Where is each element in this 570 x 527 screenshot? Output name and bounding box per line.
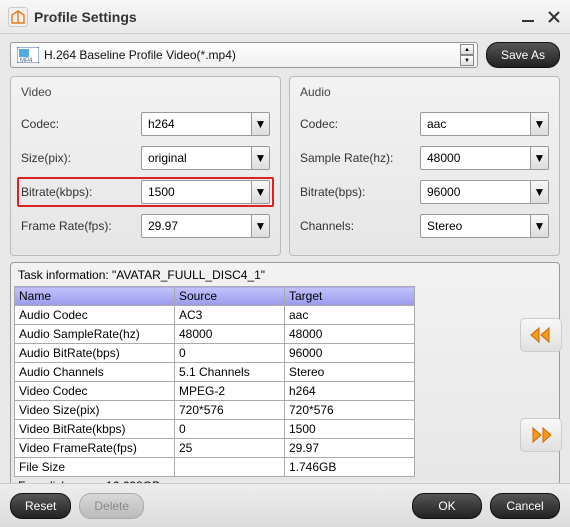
col-name: Name <box>15 287 175 306</box>
audio-bitrate-value: 96000 <box>427 185 460 199</box>
table-cell: Video FrameRate(fps) <box>15 439 175 458</box>
table-cell: 720*576 <box>175 401 285 420</box>
audio-sr-value: 48000 <box>427 151 460 165</box>
table-cell: 1500 <box>285 420 415 439</box>
table-cell: 5.1 Channels <box>175 363 285 382</box>
chevron-down-icon: ▼ <box>530 181 548 203</box>
table-row: Video FrameRate(fps)2529.97 <box>15 439 415 458</box>
window-title: Profile Settings <box>34 9 510 25</box>
audio-ch-select[interactable]: Stereo ▼ <box>420 214 549 238</box>
audio-codec-label: Codec: <box>300 117 420 131</box>
cancel-button[interactable]: Cancel <box>490 493 560 519</box>
video-bitrate-value: 1500 <box>148 185 175 199</box>
table-cell: 720*576 <box>285 401 415 420</box>
audio-panel: Audio Codec:aac▼ Sample Rate(hz):48000▼ … <box>289 76 560 256</box>
audio-bitrate-select[interactable]: 96000 ▼ <box>420 180 549 204</box>
task-info-panel: Task information: "AVATAR_FUULL_DISC4_1"… <box>10 262 560 499</box>
table-row: Audio BitRate(bps)096000 <box>15 344 415 363</box>
audio-ch-value: Stereo <box>427 219 462 233</box>
video-codec-select[interactable]: h264 ▼ <box>141 112 270 136</box>
prev-button[interactable] <box>520 318 562 352</box>
table-row: File Size 1.746GB <box>15 458 415 477</box>
audio-codec-value: aac <box>427 117 446 131</box>
table-cell: Video Size(pix) <box>15 401 175 420</box>
video-bitrate-label: Bitrate(kbps): <box>21 185 141 199</box>
video-fps-label: Frame Rate(fps): <box>21 219 141 233</box>
video-size-label: Size(pix): <box>21 151 141 165</box>
profile-name: H.264 Baseline Profile Video(*.mp4) <box>44 48 471 62</box>
audio-bitrate-label: Bitrate(bps): <box>300 185 420 199</box>
table-cell: AC3 <box>175 306 285 325</box>
table-cell <box>175 458 285 477</box>
table-cell: Audio SampleRate(hz) <box>15 325 175 344</box>
mp4-icon: MP4 <box>17 47 39 63</box>
table-row: Video CodecMPEG-2h264 <box>15 382 415 401</box>
table-cell: Audio Codec <box>15 306 175 325</box>
video-heading: Video <box>21 85 270 99</box>
audio-heading: Audio <box>300 85 549 99</box>
table-cell: Stereo <box>285 363 415 382</box>
svg-text:MP4: MP4 <box>20 58 33 63</box>
audio-sr-select[interactable]: 48000 ▼ <box>420 146 549 170</box>
minimize-button[interactable] <box>520 9 536 25</box>
close-button[interactable] <box>546 9 562 25</box>
table-cell: File Size <box>15 458 175 477</box>
footer: Reset Delete OK Cancel <box>0 483 570 527</box>
video-codec-value: h264 <box>148 117 175 131</box>
video-fps-select[interactable]: 29.97 ▼ <box>141 214 270 238</box>
video-panel: Video Codec: h264 ▼ Size(pix): original ▼ Bi… <box>10 76 281 256</box>
col-target: Target <box>285 287 415 306</box>
title-bar: Profile Settings <box>0 0 570 34</box>
save-as-button[interactable]: Save As <box>486 42 560 68</box>
task-info-text: Task information: "AVATAR_FUULL_DISC4_1" <box>14 266 513 284</box>
chevron-down-icon: ▼ <box>530 113 548 135</box>
table-cell: 48000 <box>175 325 285 344</box>
video-fps-value: 29.97 <box>148 219 178 233</box>
table-cell: 48000 <box>285 325 415 344</box>
reset-button[interactable]: Reset <box>10 493 71 519</box>
table-row: Video Size(pix)720*576720*576 <box>15 401 415 420</box>
table-row: Audio SampleRate(hz)4800048000 <box>15 325 415 344</box>
table-cell: 0 <box>175 344 285 363</box>
video-size-value: original <box>148 151 187 165</box>
task-table: Name Source Target Audio CodecAC3aacAudi… <box>14 286 415 477</box>
profile-select[interactable]: MP4 H.264 Baseline Profile Video(*.mp4) … <box>10 42 478 68</box>
chevron-down-icon: ▼ <box>251 147 269 169</box>
table-row: Audio Channels5.1 ChannelsStereo <box>15 363 415 382</box>
chevron-down-icon: ▼ <box>251 113 269 135</box>
chevron-down-icon: ▼ <box>530 147 548 169</box>
ok-button[interactable]: OK <box>412 493 482 519</box>
table-cell: 25 <box>175 439 285 458</box>
table-cell: 1.746GB <box>285 458 415 477</box>
profile-spinner[interactable]: ▲▼ <box>460 44 474 66</box>
video-bitrate-select[interactable]: 1500 ▼ <box>141 180 270 204</box>
delete-button[interactable]: Delete <box>79 493 144 519</box>
table-cell: 0 <box>175 420 285 439</box>
table-cell: Audio BitRate(bps) <box>15 344 175 363</box>
next-button[interactable] <box>520 418 562 452</box>
table-cell: h264 <box>285 382 415 401</box>
col-source: Source <box>175 287 285 306</box>
table-header-row: Name Source Target <box>15 287 415 306</box>
table-cell: Video BitRate(kbps) <box>15 420 175 439</box>
audio-sr-label: Sample Rate(hz): <box>300 151 420 165</box>
chevron-down-icon: ▼ <box>530 215 548 237</box>
table-row: Audio CodecAC3aac <box>15 306 415 325</box>
chevron-down-icon: ▼ <box>251 181 269 203</box>
table-cell: Audio Channels <box>15 363 175 382</box>
table-cell: MPEG-2 <box>175 382 285 401</box>
app-logo-icon <box>8 7 28 27</box>
audio-codec-select[interactable]: aac ▼ <box>420 112 549 136</box>
chevron-down-icon: ▼ <box>251 215 269 237</box>
table-cell: aac <box>285 306 415 325</box>
audio-ch-label: Channels: <box>300 219 420 233</box>
video-size-select[interactable]: original ▼ <box>141 146 270 170</box>
table-cell: Video Codec <box>15 382 175 401</box>
video-codec-label: Codec: <box>21 117 141 131</box>
table-cell: 96000 <box>285 344 415 363</box>
table-row: Video BitRate(kbps)01500 <box>15 420 415 439</box>
table-cell: 29.97 <box>285 439 415 458</box>
